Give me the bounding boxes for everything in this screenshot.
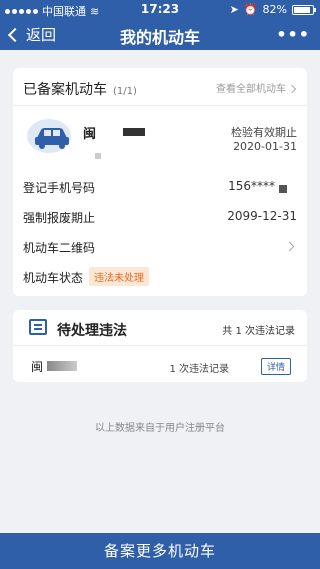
- violations-total: 共 1 次违法记录: [222, 326, 295, 337]
- registered-card-header: 已备案机动车 (1/1) 查看全部机动车: [13, 68, 307, 106]
- vehicle-plate: 闽: [83, 127, 97, 142]
- pending-violations-card: 待处理违法 共 1 次违法记录 闽 1 次违法记录 详情: [13, 310, 307, 382]
- register-more-vehicles-button[interactable]: 备案更多机动车: [0, 533, 320, 569]
- registered-vehicles-card: 已备案机动车 (1/1) 查看全部机动车 闽 检验有效期止 2020-01-31 …: [13, 68, 307, 296]
- redaction-mark: [95, 153, 101, 159]
- registered-title-text: 已备案机动车: [23, 82, 107, 98]
- violation-record-count: 1 次违法记录: [169, 364, 229, 375]
- top-bar: 中国联通 ≋ 17:23 ➤ ⏰ 82% 返回 我的机动车 •••: [0, 0, 320, 50]
- violations-header: 待处理违法 共 1 次违法记录: [13, 310, 307, 346]
- detail-button[interactable]: 详情: [260, 358, 291, 375]
- status-badge: 违法未处理: [89, 267, 149, 286]
- scrap-label: 强制报废期止: [23, 211, 96, 225]
- registered-count: (1/1): [113, 86, 137, 97]
- battery-icon: [292, 4, 316, 15]
- phone-redaction: [279, 185, 287, 193]
- qr-code-row[interactable]: 机动车二维码: [23, 236, 297, 258]
- phone-label: 登记手机号码: [23, 181, 96, 195]
- chevron-right-icon: [284, 241, 295, 252]
- inspection-date: 2020-01-31: [233, 140, 297, 153]
- scrap-value: 2099-12-31: [227, 209, 297, 223]
- view-all-vehicles-link[interactable]: 查看全部机动车: [216, 80, 295, 95]
- vehicle-status-row: 机动车状态 违法未处理: [23, 266, 297, 288]
- data-source-note: 以上数据来自于用户注册平台: [95, 423, 225, 434]
- violations-title: 待处理违法: [57, 323, 127, 339]
- more-button[interactable]: •••: [276, 25, 310, 44]
- violation-plate-redaction: [47, 361, 77, 371]
- registered-title: 已备案机动车 (1/1): [23, 79, 137, 99]
- phone-row: 登记手机号码 156****: [23, 176, 297, 198]
- inspection-label: 检验有效期止: [231, 126, 297, 139]
- status-label: 机动车状态: [23, 271, 84, 285]
- page-title: 我的机动车: [119, 28, 200, 47]
- nav-bar: 返回 我的机动车 •••: [0, 18, 320, 50]
- scrap-date-row: 强制报废期止 2099-12-31: [23, 206, 297, 228]
- plate-redaction: [123, 128, 145, 136]
- document-icon: [29, 319, 47, 335]
- location-icon: ➤: [229, 3, 239, 16]
- status-bar: 中国联通 ≋ 17:23 ➤ ⏰ 82%: [0, 0, 320, 18]
- battery-percent: 82%: [262, 3, 287, 16]
- qr-code-label: 机动车二维码: [23, 241, 96, 255]
- car-icon: [27, 119, 71, 153]
- phone-value: 156****: [228, 179, 275, 193]
- violation-plate: 闽: [31, 360, 44, 374]
- alarm-icon: ⏰: [243, 3, 258, 16]
